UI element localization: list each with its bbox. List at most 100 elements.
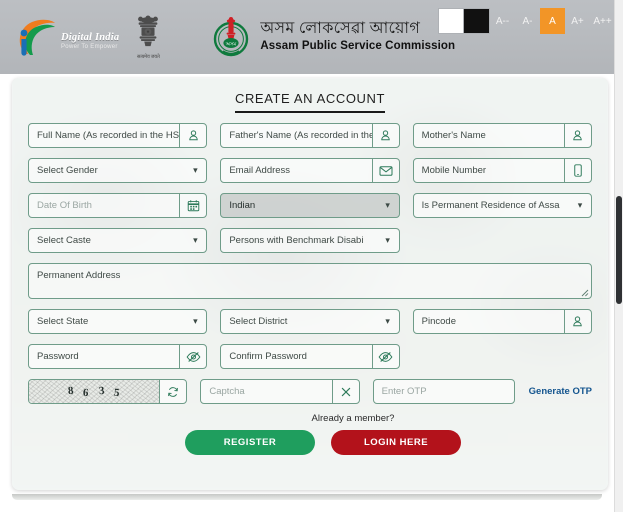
font-size-decrease-button[interactable]: A- — [515, 8, 540, 34]
captcha-image-cell: 8 6 3 5 — [28, 379, 188, 404]
nationality-select[interactable]: Indian ▾ — [220, 193, 400, 218]
mother-name-cell: Mother's Name — [412, 123, 592, 148]
apsc-seal-icon: অসম — [211, 15, 251, 59]
father-name-cell: Father's Name (As recorded in the H — [220, 123, 400, 148]
caste-value: Select Caste — [37, 235, 91, 246]
user-icon — [371, 124, 399, 147]
password-cell: Password — [28, 344, 208, 369]
nationality-value: Indian — [229, 200, 256, 211]
font-size-increase-button[interactable]: A+ — [565, 8, 590, 34]
white-contrast-swatch[interactable] — [438, 8, 464, 34]
form-row-identity: Date Of Birth Indian ▾ Is Permanent Resi… — [28, 193, 592, 218]
site-header: Digital India Power To Empower सत्यमेव ज… — [0, 0, 623, 74]
refresh-icon[interactable] — [159, 380, 186, 403]
full-name-field[interactable]: Full Name (As recorded in the HSLC — [28, 123, 208, 148]
otp-field[interactable]: Enter OTP — [372, 379, 515, 404]
father-name-field[interactable]: Father's Name (As recorded in the H — [220, 123, 400, 148]
black-contrast-swatch[interactable] — [464, 8, 490, 34]
emblem-motto: सत्यमेव जयते — [137, 54, 160, 60]
chevron-down-icon: ▾ — [385, 316, 390, 326]
page-title: CREATE AN ACCOUNT — [234, 91, 386, 113]
mother-name-input[interactable]: Mother's Name — [414, 124, 564, 147]
password-input[interactable]: Password — [29, 345, 179, 368]
form-title-wrap: CREATE AN ACCOUNT — [28, 90, 592, 113]
font-size-decrease-2-button[interactable]: A-- — [490, 8, 515, 34]
font-size-increase-2-button[interactable]: A++ — [590, 8, 615, 34]
permanent-residence-cell: Is Permanent Residence of Assa ▾ — [412, 193, 592, 218]
user-icon — [179, 124, 206, 147]
close-x-icon[interactable] — [331, 380, 359, 403]
state-select[interactable]: Select State ▾ — [28, 309, 208, 334]
india-national-emblem-icon: सत्यमेव जयते — [133, 14, 163, 60]
digital-india-logo: Digital India Power To Empower — [14, 16, 119, 58]
eye-slash-icon[interactable] — [371, 345, 399, 368]
form-row-passwords: Password Confirm Password — [28, 344, 592, 369]
mobile-cell: Mobile Number — [412, 158, 592, 183]
registration-form: CREATE AN ACCOUNT Full Name (As recorded… — [12, 78, 608, 490]
user-icon — [563, 124, 591, 147]
font-size-normal-button[interactable]: A — [540, 8, 565, 34]
mother-name-field[interactable]: Mother's Name — [412, 123, 592, 148]
otp-input[interactable]: Enter OTP — [374, 380, 514, 403]
otp-cell: Enter OTP Generate OTP — [372, 379, 592, 404]
captcha-char: 3 — [98, 384, 106, 397]
chevron-down-icon: ▾ — [385, 235, 390, 245]
state-value: Select State — [37, 316, 89, 327]
chevron-down-icon: ▾ — [193, 165, 198, 175]
gender-value: Select Gender — [37, 165, 98, 176]
full-name-input[interactable]: Full Name (As recorded in the HSLC — [29, 124, 179, 147]
apsc-name-assamese: অসম লোকসেৱা আয়োগ — [260, 20, 421, 38]
captcha-char: 8 — [67, 384, 75, 397]
disability-value: Persons with Benchmark Disabi — [229, 235, 364, 246]
permanent-address-textarea[interactable]: Permanent Address — [28, 263, 592, 299]
dob-field[interactable]: Date Of Birth — [28, 193, 208, 218]
pincode-input[interactable]: Pincode — [414, 310, 564, 333]
textarea-resize-handle[interactable] — [581, 289, 589, 297]
user-icon — [563, 310, 591, 333]
captcha-image-field: 8 6 3 5 — [28, 379, 188, 404]
district-cell: Select District ▾ — [220, 309, 400, 334]
captcha-input-field[interactable]: Captcha — [200, 379, 360, 404]
mobile-field[interactable]: Mobile Number — [412, 158, 592, 183]
page-bottom-edge — [0, 500, 614, 512]
apsc-branding: অসম অসম লোকসেৱা আয়োগ Assam Public Servi… — [211, 15, 455, 59]
email-field[interactable]: Email Address — [220, 158, 400, 183]
pincode-field[interactable]: Pincode — [412, 309, 592, 334]
gender-select[interactable]: Select Gender ▾ — [28, 158, 208, 183]
captcha-image: 8 6 3 5 — [29, 380, 160, 403]
chevron-down-icon: ▾ — [193, 316, 198, 326]
disability-select[interactable]: Persons with Benchmark Disabi ▾ — [220, 228, 400, 253]
vertical-scrollbar[interactable] — [614, 0, 623, 512]
digital-india-subtitle: Power To Empower — [61, 44, 118, 51]
caste-select[interactable]: Select Caste ▾ — [28, 228, 208, 253]
permanent-residence-select[interactable]: Is Permanent Residence of Assa ▾ — [412, 193, 592, 218]
eye-slash-icon[interactable] — [179, 345, 206, 368]
confirm-password-field[interactable]: Confirm Password — [220, 344, 400, 369]
email-cell: Email Address — [220, 158, 400, 183]
mobile-input[interactable]: Mobile Number — [414, 159, 564, 182]
generate-otp-link[interactable]: Generate OTP — [515, 379, 592, 404]
father-name-input[interactable]: Father's Name (As recorded in the H — [221, 124, 371, 147]
confirm-password-cell: Confirm Password — [220, 344, 400, 369]
captcha-char: 5 — [113, 386, 122, 399]
caste-cell: Select Caste ▾ — [28, 228, 208, 253]
gender-cell: Select Gender ▾ — [28, 158, 208, 183]
passwords-spacer — [413, 344, 592, 369]
dob-input[interactable]: Date Of Birth — [29, 194, 179, 217]
captcha-input[interactable]: Captcha — [201, 380, 331, 403]
full-name-cell: Full Name (As recorded in the HSLC — [28, 123, 208, 148]
district-select[interactable]: Select District ▾ — [220, 309, 400, 334]
header-logos: Digital India Power To Empower सत्यमेव ज… — [14, 14, 455, 60]
digital-india-mark-icon — [14, 16, 58, 58]
scrollbar-thumb[interactable] — [616, 196, 622, 304]
district-value: Select District — [229, 316, 288, 327]
apsc-names: অসম লোকসেৱা আয়োগ Assam Public Service C… — [260, 20, 455, 53]
register-button[interactable]: REGISTER — [185, 430, 315, 455]
login-here-button[interactable]: LOGIN HERE — [331, 430, 461, 455]
form-actions: REGISTER LOGIN HERE — [28, 430, 592, 455]
calendar-icon[interactable] — [179, 194, 206, 217]
email-input[interactable]: Email Address — [221, 159, 371, 182]
dob-cell: Date Of Birth — [28, 193, 208, 218]
confirm-password-input[interactable]: Confirm Password — [221, 345, 371, 368]
password-field[interactable]: Password — [28, 344, 208, 369]
